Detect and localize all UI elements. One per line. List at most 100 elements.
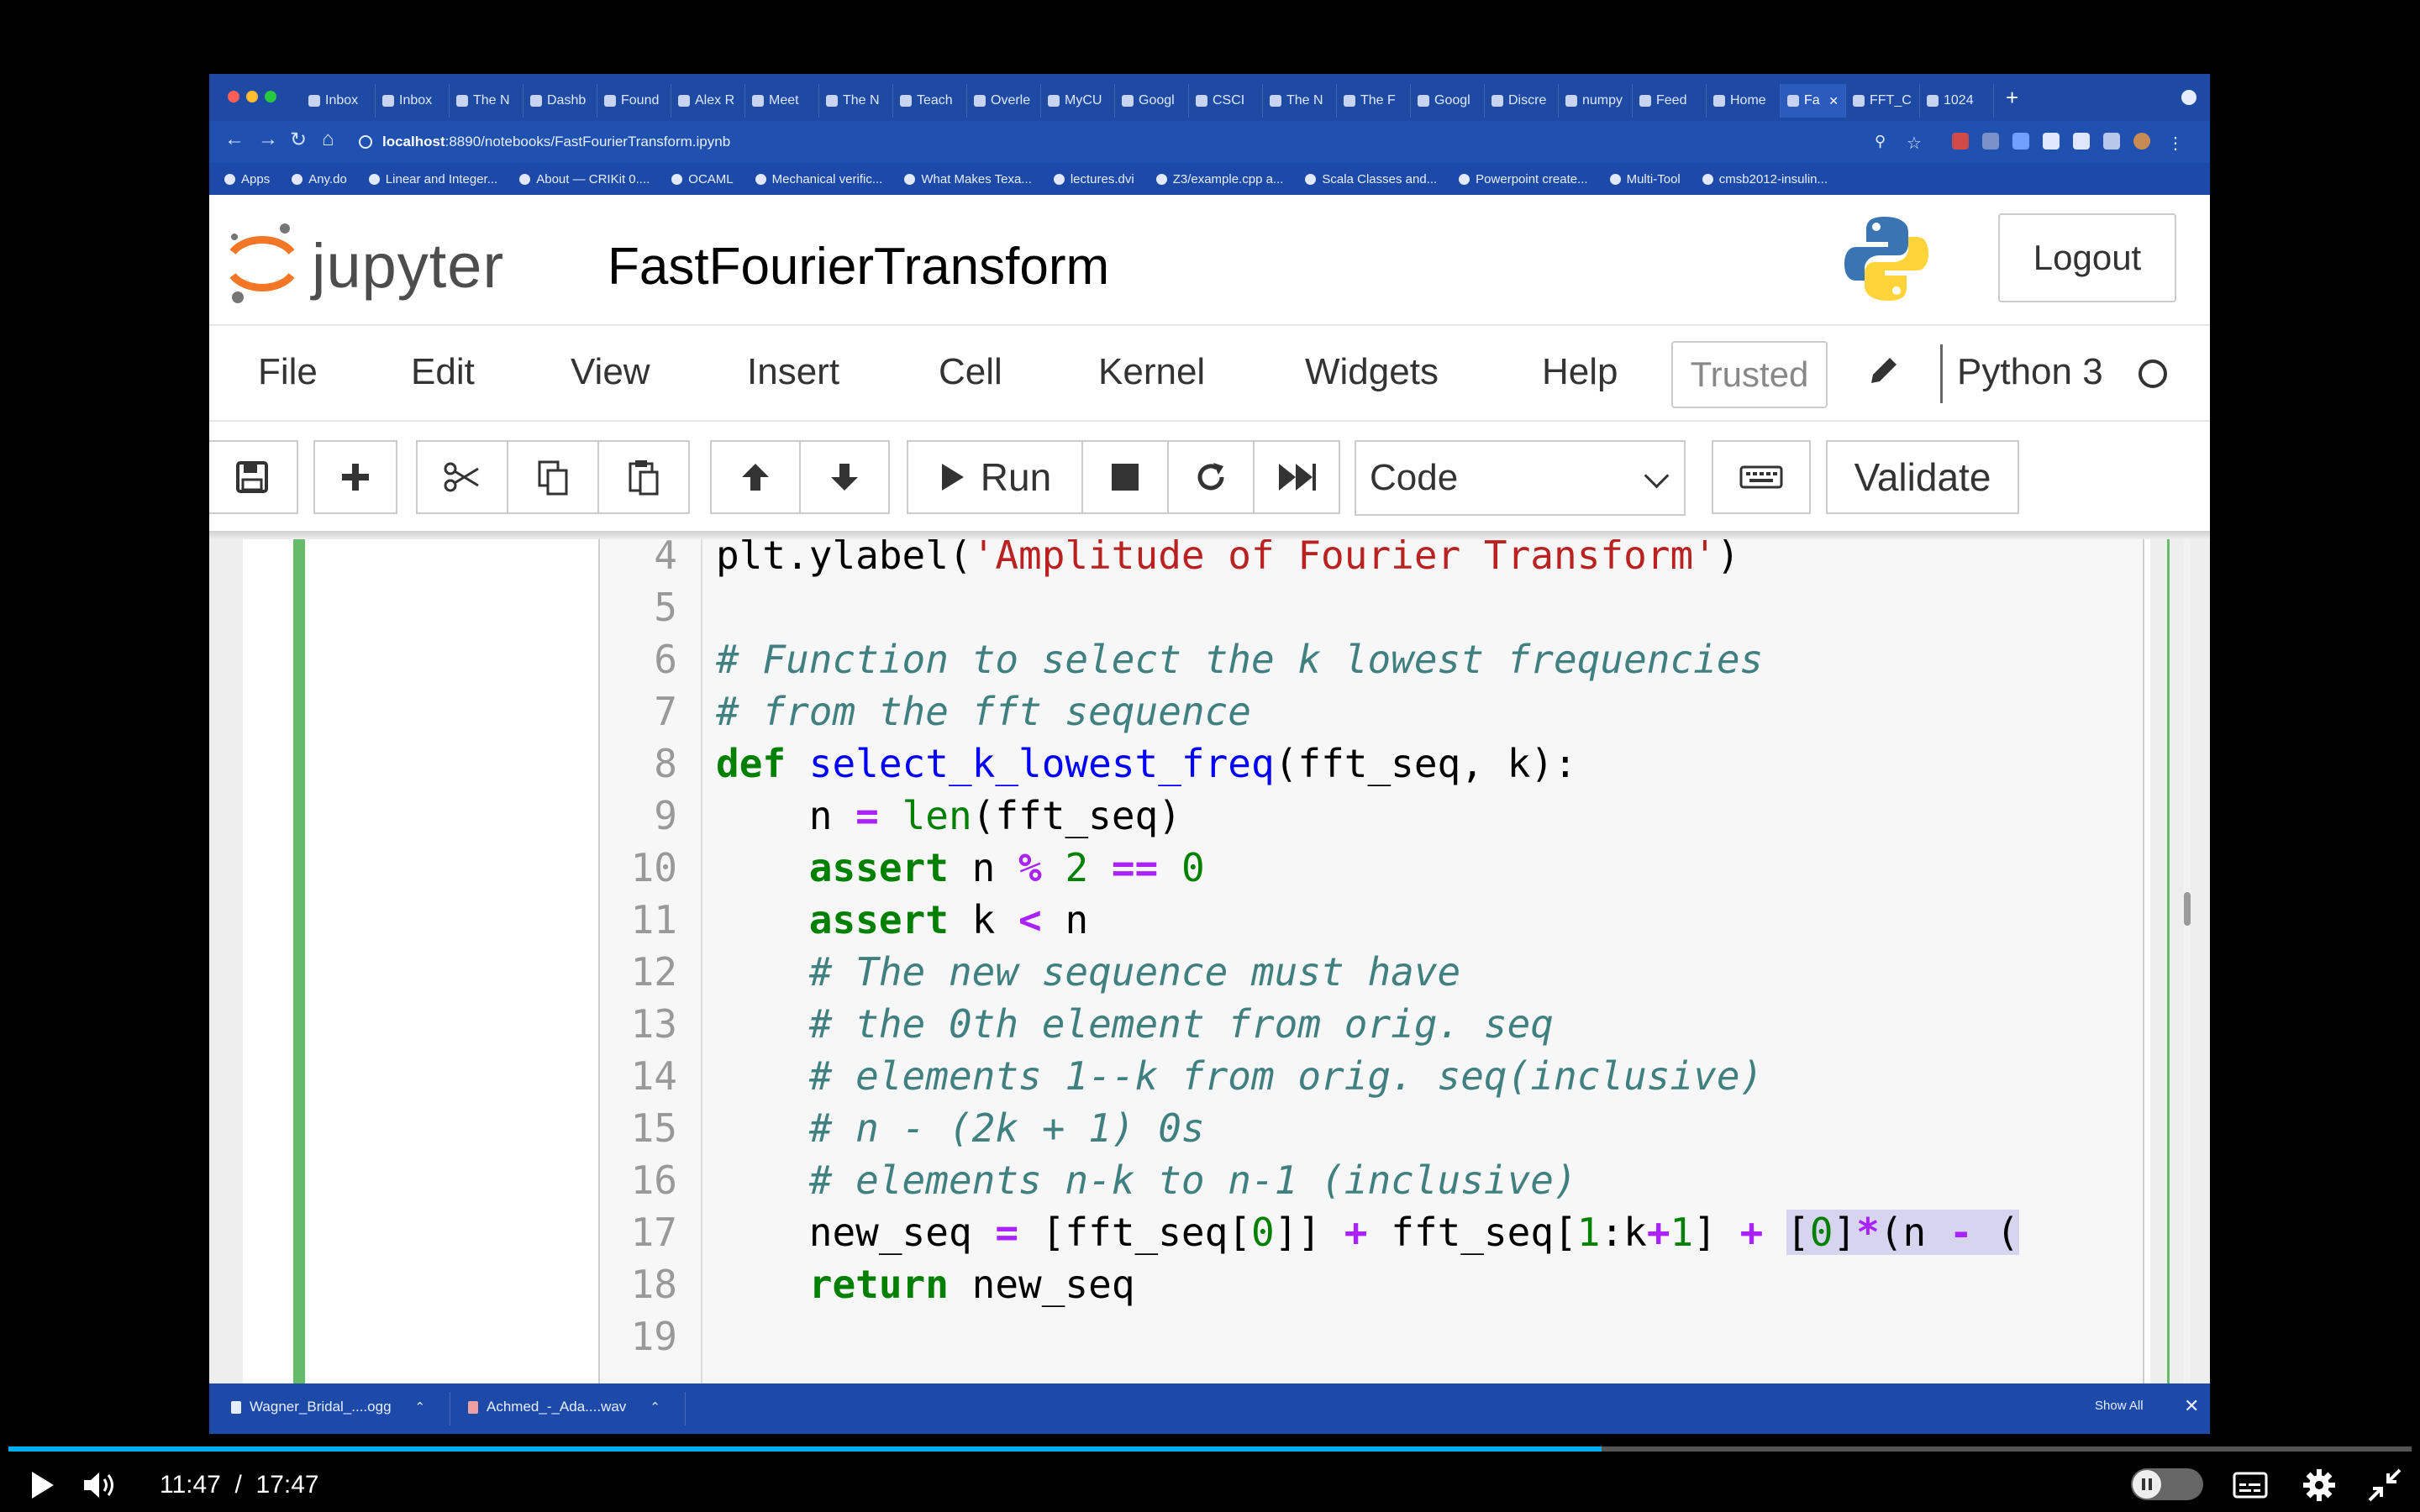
browser-tab[interactable]: 1024 [1920,84,1994,118]
chevron-up-icon[interactable]: ⌃ [415,1399,426,1415]
notebook-scrollbar[interactable] [2184,531,2191,1383]
paste-button[interactable] [597,440,690,514]
restart-kernel-button[interactable] [1167,440,1255,514]
browser-tab[interactable]: Inbox [302,84,376,118]
bookmark-item[interactable]: OCAML [671,172,734,186]
trusted-indicator[interactable]: Trusted [1671,341,1828,408]
extensions-puzzle-icon[interactable] [2103,133,2120,150]
extension-icon-5[interactable] [2073,133,2090,150]
copy-button[interactable] [507,440,599,514]
browser-tab[interactable]: Discre [1485,84,1559,118]
save-button[interactable] [209,440,298,514]
profile-avatar[interactable] [2133,133,2150,150]
bookmark-item[interactable]: What Makes Texa... [904,172,1032,186]
bookmark-item[interactable]: Multi-Tool [1609,172,1681,186]
close-icon[interactable]: ✕ [2184,1395,2199,1417]
browser-menu-icon[interactable]: ⋮ [2167,133,2184,153]
cell-type-select[interactable]: Code [1355,440,1686,516]
zoom-icon[interactable]: ⚲ [1875,133,1891,150]
scrollbar-thumb[interactable] [2184,892,2191,926]
menu-insert[interactable]: Insert [747,351,839,393]
bookmark-item[interactable]: Scala Classes and... [1305,172,1437,186]
browser-tab[interactable]: Googl [1411,84,1485,118]
browser-tab[interactable]: Overle [967,84,1041,118]
browser-tab[interactable]: Googl [1115,84,1189,118]
bookmark-item[interactable]: cmsb2012-insulin... [1702,172,1828,186]
exit-fullscreen-icon[interactable] [2366,1467,2403,1504]
browser-tab[interactable]: Dashb [523,84,597,118]
move-up-button[interactable] [710,440,801,514]
validate-button[interactable]: Validate [1826,440,2019,514]
browser-tab[interactable]: CSCI [1189,84,1263,118]
extension-icon-4[interactable] [2043,133,2060,150]
browser-tab[interactable]: Home [1707,84,1781,118]
menu-edit[interactable]: Edit [411,351,475,393]
download-item[interactable]: Wagner_Bridal_....ogg ⌃ [231,1399,425,1415]
new-tab-icon[interactable]: + [2006,85,2018,111]
maximize-window-dot[interactable] [265,91,276,102]
run-button[interactable]: Run [907,440,1083,514]
browser-tab[interactable]: FFT_C [1846,84,1920,118]
minimize-window-dot[interactable] [246,91,258,102]
browser-tab[interactable]: The F [1337,84,1411,118]
home-icon[interactable]: ⌂ [322,128,334,151]
restart-run-all-button[interactable] [1253,440,1340,514]
bookmark-item[interactable]: Z3/example.cpp a... [1155,172,1283,186]
chevron-up-icon[interactable]: ⌃ [650,1399,660,1415]
menu-kernel[interactable]: Kernel [1098,351,1205,393]
browser-tab[interactable]: numpy [1559,84,1633,118]
close-tab-icon[interactable]: ✕ [1828,94,1839,108]
video-progress-bar[interactable] [8,1446,2412,1452]
extension-icon-3[interactable] [2012,133,2029,150]
autoplay-toggle[interactable] [2131,1468,2203,1500]
browser-tab[interactable]: The N [1263,84,1337,118]
command-palette-button[interactable] [1712,440,1811,514]
browser-tab[interactable]: Fa ✕ [1781,84,1846,118]
forward-arrow-icon[interactable]: → [258,128,278,151]
cut-button[interactable] [416,440,508,514]
browser-tab[interactable]: The N [819,84,893,118]
browser-tab[interactable]: The N [450,84,523,118]
logout-button[interactable]: Logout [1998,213,2176,302]
menu-file[interactable]: File [258,351,318,393]
menu-widgets[interactable]: Widgets [1305,351,1439,393]
settings-gear-icon[interactable] [2301,1467,2338,1504]
bookmark-item[interactable]: lectures.dvi [1053,172,1134,186]
browser-tab[interactable]: Inbox [376,84,450,118]
reload-icon[interactable]: ↻ [290,128,307,152]
browser-tab[interactable]: Feed [1633,84,1707,118]
interrupt-kernel-button[interactable] [1081,440,1169,514]
extension-icon-1[interactable] [1952,133,1969,150]
close-window-dot[interactable] [228,91,239,102]
code-cell-editor[interactable]: 4 plt.ylabel('Amplitude of Fourier Transf… [598,531,2144,1383]
browser-tab[interactable]: Teach [893,84,967,118]
kernel-name[interactable]: Python 3 [1957,351,2103,393]
bookmark-item[interactable]: Apps [224,172,270,186]
bookmark-item[interactable]: About — CRIKit 0.... [519,172,650,186]
browser-tab[interactable]: Found [597,84,671,118]
insert-cell-button[interactable] [313,440,397,514]
bookmark-star-icon[interactable]: ☆ [1907,133,1923,153]
back-arrow-icon[interactable]: ← [224,128,245,151]
volume-icon[interactable] [81,1468,121,1502]
extension-icon-2[interactable] [1982,133,1999,150]
menu-help[interactable]: Help [1542,351,1618,393]
bookmark-item[interactable]: Powerpoint create... [1459,172,1588,186]
bookmark-item[interactable]: Any.do [292,172,347,186]
bookmark-item[interactable]: Linear and Integer... [368,172,497,186]
move-down-button[interactable] [799,440,890,514]
download-item[interactable]: Achmed_-_Ada....wav ⌃ [468,1399,660,1415]
menu-view[interactable]: View [571,351,650,393]
captions-icon[interactable] [2232,1467,2269,1504]
browser-tab[interactable]: MyCU [1041,84,1115,118]
menu-cell[interactable]: Cell [939,351,1002,393]
notebook-title[interactable]: FastFourierTransform [608,237,1109,297]
browser-tab[interactable]: Alex R [671,84,745,118]
show-all-downloads-link[interactable]: Show All [2095,1399,2144,1413]
url-field[interactable]: localhost:8890/notebooks/FastFourierTran… [359,128,1939,156]
site-info-icon[interactable] [359,135,372,149]
tab-search-icon[interactable] [2181,90,2196,105]
edit-pencil-icon[interactable] [1865,351,1903,390]
browser-tab[interactable]: Meet [745,84,819,118]
bookmark-item[interactable]: Mechanical verific... [755,172,882,186]
